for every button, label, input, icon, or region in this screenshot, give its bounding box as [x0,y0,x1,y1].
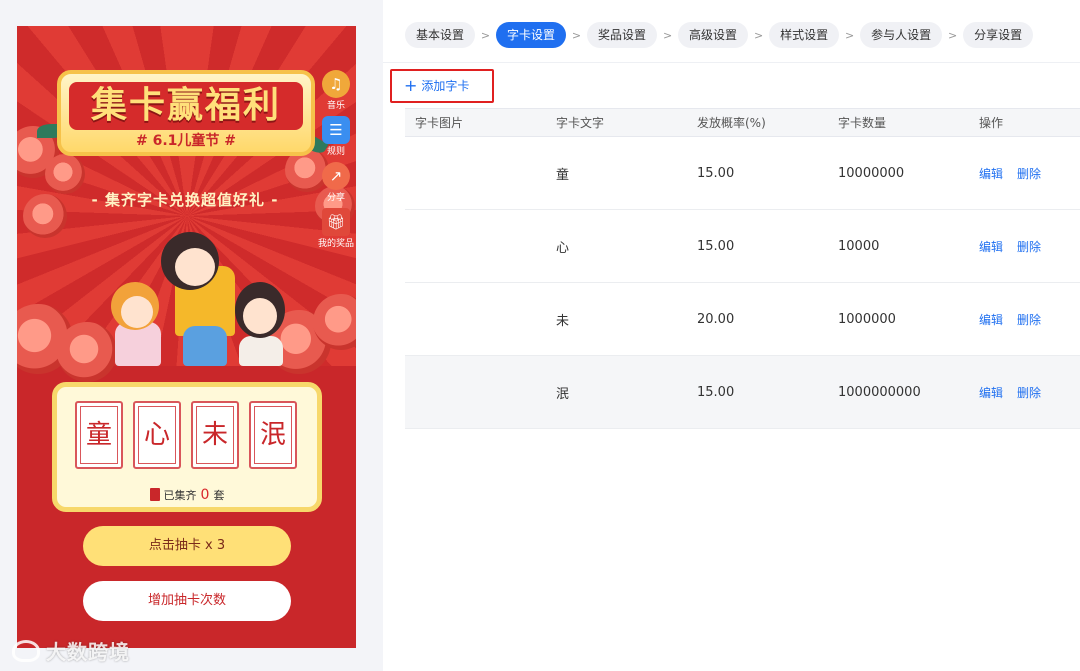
probability-cell: 20.00 [697,311,735,327]
column-header: 发放概率(%) [697,116,766,130]
chevron-right-icon: > [753,28,764,42]
table-header: 字卡图片 字卡文字 发放概率(%) 字卡数量 操作 [405,108,1080,137]
tab-card-settings[interactable]: 字卡设置 [496,22,567,48]
table-row: 童 15.00 10000000 编辑 删除 [405,137,1080,210]
tab-basic-settings[interactable]: 基本设置 [405,22,476,48]
add-draws-button[interactable]: 增加抽卡次数 [83,581,291,621]
child-body [183,326,227,366]
child-face [175,248,215,286]
child-face [243,298,277,334]
table-row: 心 15.00 10000 编辑 删除 [405,210,1080,283]
card-list: 童 心 未 泯 [75,401,297,469]
actions-cell: 编辑 删除 [969,384,1080,401]
card-table: 字卡图片 字卡文字 发放概率(%) 字卡数量 操作 童 15.00 100000… [405,108,1080,429]
actions-cell: 编辑 删除 [969,238,1080,255]
card-text-cell: 未 [556,313,570,329]
rules-label: 规则 [326,147,345,157]
quantity-cell: 10000000 [838,165,905,181]
plus-icon: + [404,76,418,95]
draw-card-button[interactable]: 点击抽卡 x 3 [83,526,291,566]
tab-prize-settings[interactable]: 奖品设置 [587,22,658,48]
chevron-right-icon: > [844,28,855,42]
quantity-cell: 1000000 [838,311,896,327]
column-header: 字卡图片 [415,116,464,130]
share-label: 分享 [326,193,345,203]
flower-decoration [23,194,67,238]
share-button[interactable]: ↗ 分享 [316,162,356,208]
book-icon [149,488,160,501]
child-face [121,296,153,328]
actions-cell: 编辑 删除 [969,311,1080,328]
quantity-cell: 1000000000 [838,384,921,400]
delete-link[interactable]: 删除 [1017,240,1041,254]
title-board: 集卡赢福利 # 6.1儿童节 # [57,70,315,156]
table-row: 泯 15.00 1000000000 编辑 删除 [405,356,1080,429]
edit-link[interactable]: 编辑 [979,386,1003,400]
tab-advanced-settings[interactable]: 高级设置 [678,22,749,48]
festival-label: # 6.1儿童节 # [135,133,236,149]
collected-prefix: 已集齐 [163,489,197,502]
music-button[interactable]: ♫ 音乐 [316,70,356,116]
delete-link[interactable]: 删除 [1017,313,1041,327]
card-text-cell: 泯 [556,386,570,402]
column-header: 操作 [979,116,1004,130]
share-icon: ↗ [322,162,350,190]
tab-participant-settings[interactable]: 参与人设置 [860,22,943,48]
children-illustration [87,226,287,366]
watermark-text: 大数跨境 [46,640,130,664]
column-header: 字卡文字 [556,116,605,130]
collected-status: 已集齐 0 套 [57,487,317,503]
watermark-logo-icon [12,640,40,662]
edit-link[interactable]: 编辑 [979,167,1003,181]
my-prizes-label: 我的奖品 [317,239,354,249]
probability-cell: 15.00 [697,165,735,181]
chevron-right-icon: > [662,28,673,42]
word-card: 未 [191,401,239,469]
probability-cell: 15.00 [697,384,735,400]
chevron-right-icon: > [947,28,958,42]
chevron-right-icon: > [571,28,582,42]
card-text-cell: 心 [556,240,570,256]
table-row: 未 20.00 1000000 编辑 删除 [405,283,1080,356]
word-card: 童 [75,401,123,469]
add-card-label: 添加字卡 [421,79,470,93]
settings-panel: 基本设置 > 字卡设置 > 奖品设置 > 高级设置 > 样式设置 > 参与人设置… [383,0,1080,671]
delete-link[interactable]: 删除 [1017,386,1041,400]
collected-suffix: 套 [213,489,225,502]
child-body [239,336,283,366]
gift-icon: 🎁︎ [322,208,350,236]
banner: 集卡赢福利 # 6.1儿童节 # - 集齐字卡兑换超值好礼 - [17,26,356,382]
step-nav: 基本设置 > 字卡设置 > 奖品设置 > 高级设置 > 样式设置 > 参与人设置… [405,22,1034,48]
card-collection-board: 童 心 未 泯 已集齐 0 套 [52,382,322,512]
watermark: 大数跨境 [12,636,130,665]
chevron-right-icon: > [480,28,491,42]
music-label: 音乐 [326,101,345,111]
phone-preview: 集卡赢福利 # 6.1儿童节 # - 集齐字卡兑换超值好礼 - ♫ 音乐 ☰ 规… [17,26,356,648]
probability-cell: 15.00 [697,238,735,254]
rules-button[interactable]: ☰ 规则 [316,116,356,162]
tab-share-settings[interactable]: 分享设置 [963,22,1034,48]
my-prizes-button[interactable]: 🎁︎ 我的奖品 [316,208,356,254]
delete-link[interactable]: 删除 [1017,167,1041,181]
rules-icon: ☰ [322,116,350,144]
actions-cell: 编辑 删除 [969,165,1080,182]
quantity-cell: 10000 [838,238,880,254]
word-card: 心 [133,401,181,469]
divider [383,62,1080,63]
banner-title: 集卡赢福利 [69,82,303,130]
tab-style-settings[interactable]: 样式设置 [769,22,840,48]
edit-link[interactable]: 编辑 [979,313,1003,327]
banner-subtitle: - 集齐字卡兑换超值好礼 - [91,191,279,209]
flower-decoration [45,154,85,194]
collected-count: 0 [200,487,210,503]
add-card-button[interactable]: + 添加字卡 [390,69,494,103]
column-header: 字卡数量 [838,116,887,130]
word-card: 泯 [249,401,297,469]
edit-link[interactable]: 编辑 [979,240,1003,254]
side-toolbar: ♫ 音乐 ☰ 规则 ↗ 分享 🎁︎ 我的奖品 [316,70,356,254]
music-icon: ♫ [322,70,350,98]
card-text-cell: 童 [556,167,570,183]
